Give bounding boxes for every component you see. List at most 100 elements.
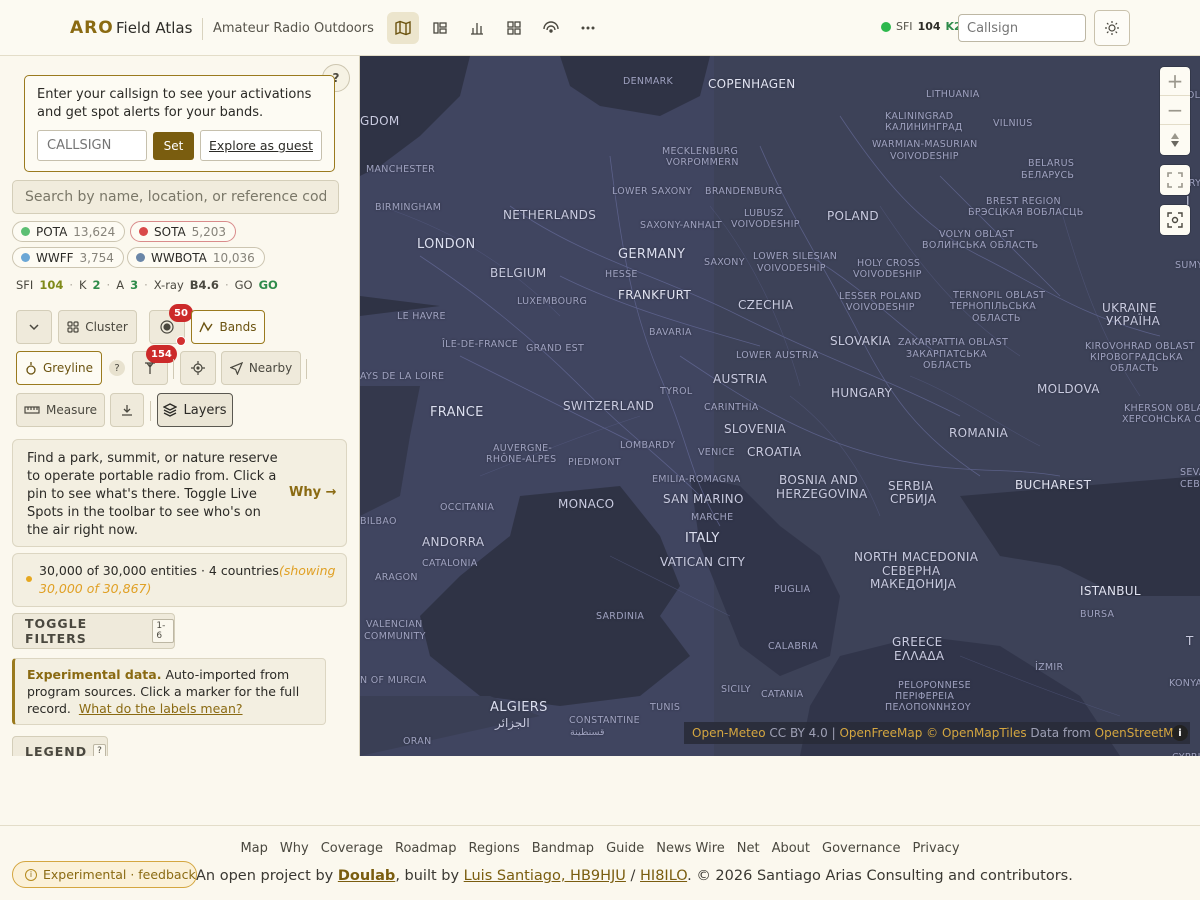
map-place-label: ХЕРСОНСЬКА ОБЛ bbox=[1122, 414, 1200, 425]
locate-button[interactable] bbox=[180, 351, 216, 385]
zoom-out-button[interactable]: − bbox=[1160, 96, 1190, 125]
footer-link-regions[interactable]: Regions bbox=[469, 841, 520, 856]
measure-button[interactable]: Measure bbox=[16, 393, 105, 427]
footer-link-governance[interactable]: Governance bbox=[822, 841, 900, 856]
footer-link-map[interactable]: Map bbox=[240, 841, 267, 856]
shortcut-hint: ? bbox=[93, 744, 106, 756]
map-place-label: ОБЛАСТЬ bbox=[1110, 363, 1159, 374]
map-place-label: ARAGON bbox=[375, 572, 418, 583]
footer-link-guide[interactable]: Guide bbox=[606, 841, 644, 856]
fullscreen-button[interactable] bbox=[1160, 165, 1190, 195]
entity-count-card: 30,000 of 30,000 entities · 4 countries(… bbox=[12, 553, 347, 607]
map-icon[interactable] bbox=[387, 12, 419, 44]
program-chip-sota[interactable]: SOTA 5,203 bbox=[130, 221, 237, 242]
separator-dot: · bbox=[224, 278, 229, 292]
more-icon[interactable] bbox=[572, 12, 604, 44]
search-input[interactable] bbox=[12, 180, 339, 214]
status-dot-icon bbox=[881, 21, 891, 32]
info-icon: i bbox=[25, 868, 37, 881]
map-place-label: MARCHE bbox=[691, 512, 734, 523]
solar-indicator[interactable]: SFI 104 K2 bbox=[881, 20, 962, 33]
layers-label: Layers bbox=[183, 402, 227, 418]
map-place-label: HOLY CROSS bbox=[857, 258, 921, 269]
callsign-input[interactable] bbox=[958, 14, 1086, 42]
legend-button[interactable]: LEGEND ? bbox=[12, 736, 108, 756]
program-chip-wwbota[interactable]: WWBOTA 10,036 bbox=[127, 247, 265, 268]
layers-button[interactable]: Layers bbox=[157, 393, 233, 427]
footer-link-privacy[interactable]: Privacy bbox=[912, 841, 959, 856]
map-place-label: AUVERGNE- bbox=[493, 443, 553, 454]
attribution-info-icon[interactable]: i bbox=[1172, 725, 1188, 741]
shortcut-hint: 1-6 bbox=[152, 619, 174, 643]
grid-bars-icon[interactable] bbox=[424, 12, 456, 44]
program-chip-pota[interactable]: POTA 13,624 bbox=[12, 221, 126, 242]
author-link[interactable]: Luis Santiago, HB9HJU bbox=[464, 868, 626, 884]
map-place-label: УКРАЇНА bbox=[1106, 314, 1161, 328]
map-place-label: CALABRIA bbox=[768, 641, 818, 652]
labels-help-link[interactable]: What do the labels mean? bbox=[79, 701, 243, 716]
sfi-value: 104 bbox=[39, 278, 64, 292]
map-place-label: PIEDMONT bbox=[568, 457, 621, 468]
map-place-label: TERNOPIL OBLAST bbox=[953, 290, 1046, 301]
map-place-label: WARMIAN-MASURIAN bbox=[872, 139, 978, 150]
app-name[interactable]: Field Atlas bbox=[116, 19, 192, 37]
zoom-in-button[interactable]: + bbox=[1160, 67, 1190, 96]
apps-grid-icon[interactable] bbox=[498, 12, 530, 44]
footer-link-roadmap[interactable]: Roadmap bbox=[395, 841, 457, 856]
map-place-label: BILBAO bbox=[360, 516, 397, 527]
footer-link-net[interactable]: Net bbox=[737, 841, 760, 856]
collapse-toolbar-button[interactable] bbox=[16, 310, 52, 344]
map-place-label: SARDINIA bbox=[596, 611, 645, 622]
tower-icon[interactable] bbox=[461, 12, 493, 44]
doulab-link[interactable]: Doulab bbox=[338, 868, 395, 884]
explore-guest-button[interactable]: Explore as guest bbox=[200, 130, 322, 161]
cluster-icon bbox=[67, 321, 79, 333]
why-link[interactable]: Why → bbox=[289, 485, 337, 500]
xray-value: B4.6 bbox=[189, 278, 219, 292]
program-chip-wwff[interactable]: WWFF 3,754 bbox=[12, 247, 124, 268]
download-button[interactable] bbox=[110, 393, 144, 427]
go-value: GO bbox=[258, 278, 278, 292]
map-place-label: ITALY bbox=[685, 531, 720, 546]
map-place-label: POLAND bbox=[827, 209, 879, 223]
map-place-label: FRANCE bbox=[430, 405, 484, 420]
footer-link-about[interactable]: About bbox=[772, 841, 810, 856]
compass-button[interactable] bbox=[1160, 125, 1190, 154]
open-meteo-link[interactable]: Open-Meteo bbox=[692, 726, 766, 740]
openmaptiles-link[interactable]: © OpenMapTiles bbox=[926, 726, 1026, 740]
cluster-button[interactable]: Cluster bbox=[58, 310, 137, 344]
footer-link-coverage[interactable]: Coverage bbox=[321, 841, 383, 856]
footer-link-news-wire[interactable]: News Wire bbox=[656, 841, 725, 856]
footer-link-bandmap[interactable]: Bandmap bbox=[532, 841, 594, 856]
brand-logo[interactable]: ARO bbox=[70, 18, 114, 38]
cluster-label: Cluster bbox=[85, 320, 128, 334]
k-value: 2 bbox=[92, 278, 101, 292]
map-place-label: ОБЛАСТЬ bbox=[972, 313, 1021, 324]
theme-toggle-button[interactable] bbox=[1094, 10, 1130, 46]
map-place-label: HUNGARY bbox=[831, 386, 893, 400]
greyline-help-icon[interactable]: ? bbox=[109, 360, 125, 376]
map-place-label: VOIVODESHIP bbox=[731, 219, 800, 230]
map-canvas[interactable]: DENMARK COPENHAGEN LITHUANIA GDOM KALININGRA… bbox=[360, 56, 1200, 756]
chip-count: 10,036 bbox=[212, 250, 255, 265]
set-callsign-button[interactable]: Set bbox=[153, 132, 194, 160]
nearby-button[interactable]: Nearby bbox=[221, 351, 301, 385]
openfreemap-link[interactable]: OpenFreeMap bbox=[839, 726, 922, 740]
alt-call-link[interactable]: HI8ILO bbox=[640, 868, 687, 884]
map-place-label: VOIVODESHIP bbox=[846, 302, 915, 313]
map-place-label: LOMBARDY bbox=[620, 440, 676, 451]
map-place-label: CZECHIA bbox=[738, 298, 794, 312]
experimental-feedback-button[interactable]: i Experimental · feedback bbox=[12, 861, 197, 888]
toggle-filters-button[interactable]: TOGGLE FILTERS 1-6 bbox=[12, 613, 175, 649]
status-dot-icon bbox=[26, 576, 32, 582]
greyline-button[interactable]: Greyline bbox=[16, 351, 102, 385]
signal-arc-icon[interactable] bbox=[535, 12, 567, 44]
map-place-label: LOWER SILESIAN bbox=[753, 251, 838, 262]
footer-credit: An open project by Doulab, built by Luis… bbox=[196, 868, 1073, 884]
geolocate-button[interactable] bbox=[1160, 205, 1190, 235]
map-place-label: EMILIA-ROMAGNA bbox=[652, 474, 741, 485]
bands-button[interactable]: Bands bbox=[191, 310, 265, 344]
onboard-callsign-input[interactable] bbox=[37, 130, 147, 161]
footer-link-why[interactable]: Why bbox=[280, 841, 309, 856]
wwff-dot-icon bbox=[21, 253, 30, 262]
